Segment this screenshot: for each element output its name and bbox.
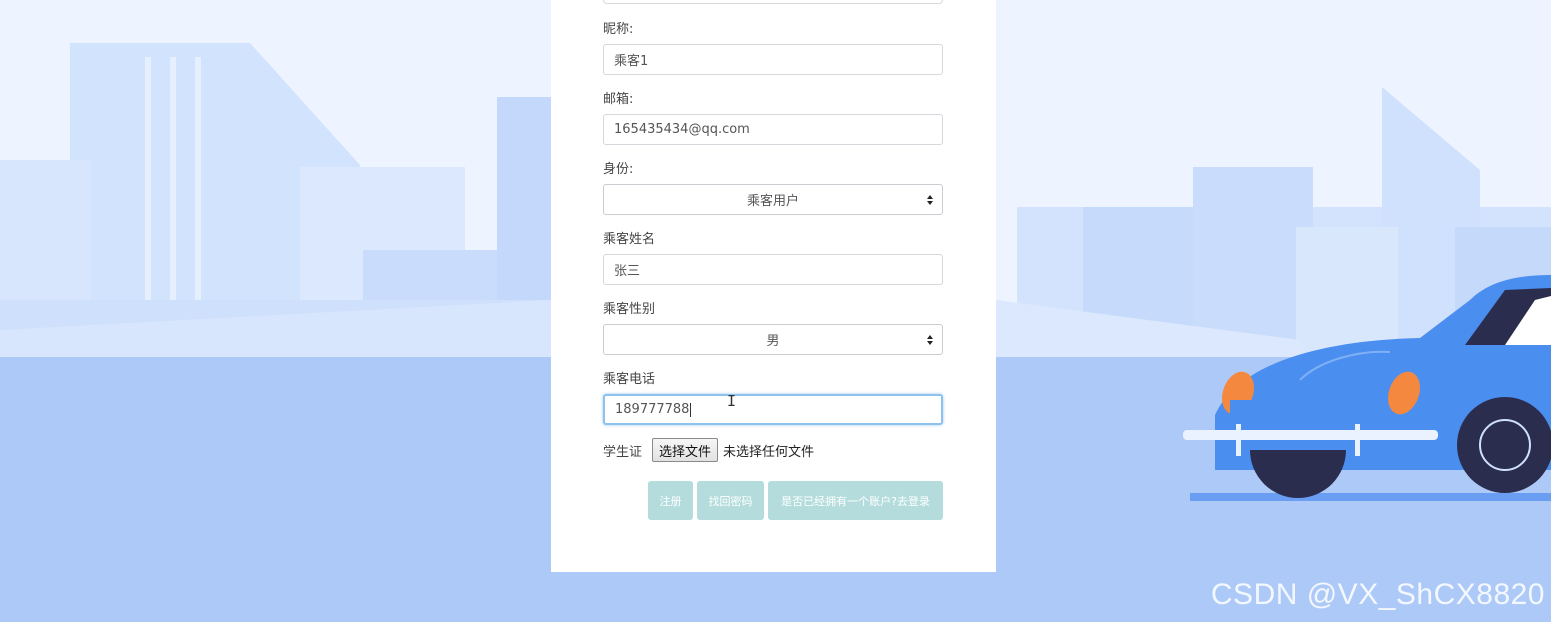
- passenger-name-input[interactable]: 张三: [603, 254, 943, 285]
- previous-field-edge: [603, 0, 943, 4]
- go-login-button[interactable]: 是否已经拥有一个账户?去登录: [768, 481, 943, 520]
- select-arrows-icon: [927, 195, 933, 205]
- student-card-label: 学生证: [603, 444, 643, 460]
- identity-select[interactable]: 乘客用户: [603, 184, 943, 215]
- gender-select[interactable]: 男: [603, 324, 943, 355]
- file-status-text: 未选择任何文件: [723, 444, 815, 460]
- nickname-input[interactable]: 乘客1: [603, 44, 943, 75]
- passenger-name-label: 乘客姓名: [603, 232, 656, 247]
- identity-selected-value: 乘客用户: [746, 194, 799, 209]
- text-caret: [690, 402, 692, 417]
- student-card-upload: 学生证 选择文件 未选择任何文件: [603, 438, 814, 462]
- select-arrows-icon: [927, 335, 933, 345]
- email-input[interactable]: 165435434@qq.com: [603, 114, 943, 145]
- watermark-text: CSDN @VX_ShCX8820: [1210, 578, 1545, 611]
- register-button[interactable]: 注册: [648, 481, 693, 520]
- gender-selected-value: 男: [766, 334, 780, 349]
- choose-file-button[interactable]: 选择文件: [652, 438, 719, 462]
- passenger-phone-input[interactable]: 189777788: [603, 394, 943, 425]
- register-form-card: 昵称: 乘客1 邮箱: 165435434@qq.com 身份: 乘客用户 乘客…: [551, 0, 996, 572]
- nickname-label: 昵称:: [603, 22, 634, 37]
- identity-label: 身份:: [603, 162, 634, 177]
- email-label: 邮箱:: [603, 92, 634, 107]
- text-cursor-icon: I: [727, 392, 737, 410]
- passenger-gender-label: 乘客性别: [603, 302, 656, 317]
- recover-password-button[interactable]: 找回密码: [697, 481, 764, 520]
- passenger-phone-label: 乘客电话: [603, 372, 656, 387]
- phone-value: 189777788: [615, 402, 690, 417]
